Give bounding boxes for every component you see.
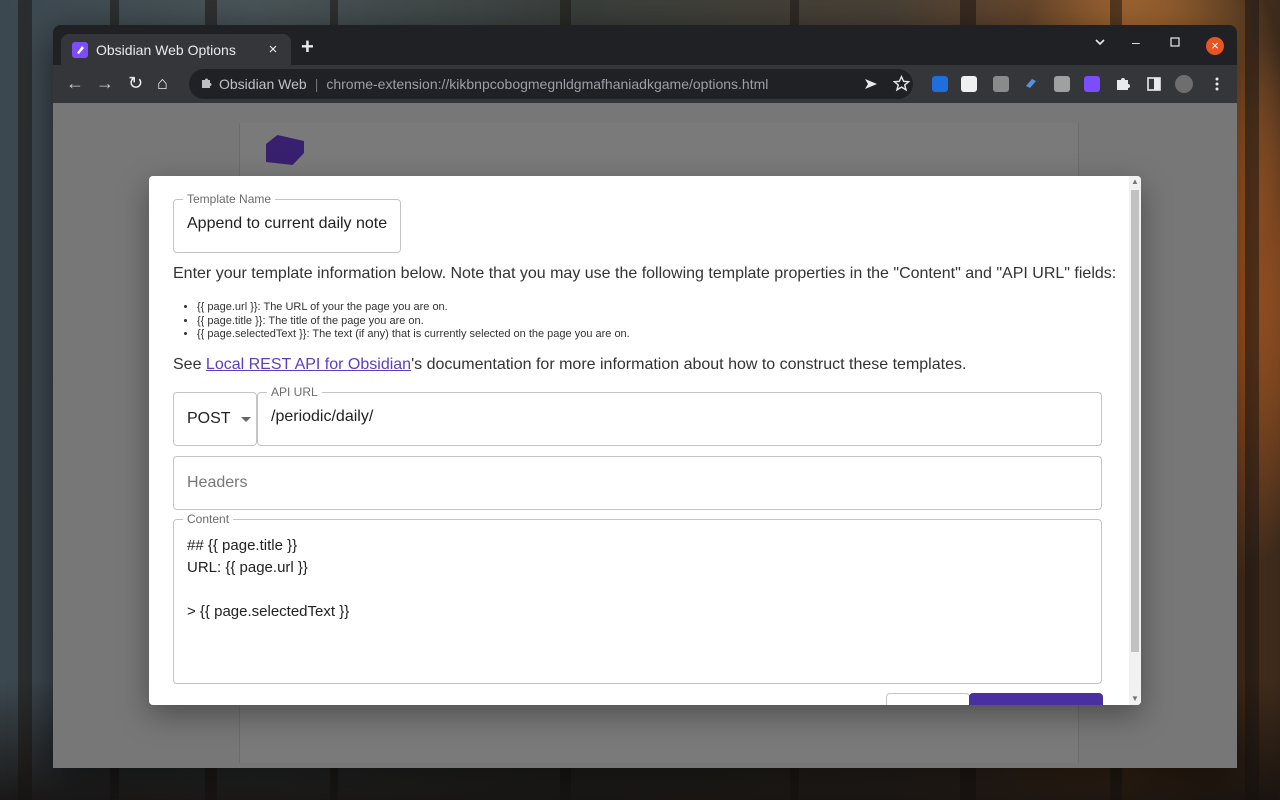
home-button[interactable]: ⌂ — [157, 74, 168, 92]
api-url-value: /periodic/daily/ — [271, 408, 374, 425]
browser-toolbar: ← → ↻ ⌂ Obsidian Web | chrome-extension:… — [53, 65, 1237, 103]
content-line — [187, 579, 1088, 601]
tab-search-dropdown-icon[interactable] — [1094, 35, 1106, 51]
headers-placeholder: Headers — [187, 474, 248, 491]
window-close-button[interactable]: × — [1206, 37, 1224, 55]
method-select[interactable]: POST — [173, 392, 257, 446]
extension-1-icon[interactable] — [932, 76, 948, 92]
content-textarea[interactable]: Content ## {{ page.title }} URL: {{ page… — [173, 513, 1102, 684]
list-item: {{ page.url }}: The URL of your the page… — [197, 301, 630, 315]
back-button[interactable]: ← — [66, 74, 84, 92]
extension-puzzle-icon — [199, 76, 213, 93]
list-item: {{ page.title }}: The title of the page … — [197, 315, 630, 329]
template-name-label: Template Name — [187, 192, 272, 206]
content-line: URL: {{ page.url }} — [187, 559, 308, 576]
content-value: ## {{ page.title }} URL: {{ page.url }} … — [174, 525, 1101, 623]
see-prefix: See — [173, 356, 206, 373]
send-icon[interactable] — [863, 76, 879, 92]
obsidian-logo — [266, 135, 304, 165]
list-item: {{ page.selectedText }}: The text (if an… — [197, 328, 630, 342]
dialog-scrollbar[interactable]: ▲ ▼ — [1129, 176, 1141, 705]
tab-strip: Obsidian Web Options × + – × — [53, 25, 1237, 65]
template-dialog: Template Name Append to current daily no… — [149, 176, 1141, 705]
obsidian-extension-icon[interactable] — [1084, 76, 1100, 92]
dropdown-arrow-icon — [240, 410, 251, 428]
template-name-field[interactable]: Template Name Append to current daily no… — [173, 192, 402, 253]
documentation-note: See Local REST API for Obsidian's docume… — [173, 356, 966, 374]
address-bar[interactable]: Obsidian Web | chrome-extension://kikbnp… — [189, 69, 913, 99]
tab-obsidian-web-options[interactable]: Obsidian Web Options × — [61, 34, 291, 65]
extension-4-icon[interactable] — [1023, 76, 1039, 92]
puzzle-icon[interactable] — [1115, 76, 1131, 92]
template-properties-list: {{ page.url }}: The URL of your the page… — [197, 301, 630, 342]
scroll-up-arrow-icon[interactable]: ▲ — [1129, 177, 1141, 186]
side-panel-icon[interactable] — [1146, 76, 1162, 92]
minimize-button[interactable]: – — [1132, 34, 1140, 50]
url-text: chrome-extension://kikbnpcobogmegnldgmaf… — [326, 76, 769, 92]
tab-title: Obsidian Web Options — [96, 41, 236, 58]
content-line: > {{ page.selectedText }} — [187, 603, 350, 620]
see-suffix: 's documentation for more information ab… — [411, 356, 967, 373]
headers-input[interactable]: Headers — [173, 456, 1102, 510]
site-name: Obsidian Web — [219, 76, 307, 92]
star-icon[interactable] — [892, 74, 911, 92]
scrollbar-thumb[interactable] — [1131, 190, 1139, 652]
reload-button[interactable]: ↻ — [128, 74, 143, 92]
extension-2-icon[interactable] — [961, 76, 977, 92]
maximize-button[interactable] — [1170, 36, 1180, 50]
forward-button[interactable]: → — [96, 74, 114, 92]
extension-5-icon[interactable] — [1054, 76, 1070, 92]
intro-text: Enter your template information below. N… — [173, 265, 1117, 282]
scroll-down-arrow-icon[interactable]: ▼ — [1129, 694, 1141, 703]
content-label: Content — [187, 512, 230, 526]
api-url-label: API URL — [271, 385, 318, 399]
tab-close-icon[interactable]: × — [265, 41, 281, 58]
obsidian-favicon-icon — [72, 41, 88, 58]
omnibox-separator: | — [314, 76, 319, 92]
local-rest-api-link[interactable]: Local REST API for Obsidian — [206, 356, 411, 373]
more-menu-icon[interactable] — [1209, 76, 1225, 92]
extension-3-icon[interactable] — [993, 76, 1009, 92]
browser-window: Obsidian Web Options × + – × ← → ↻ ⌂ Obs… — [53, 25, 1237, 768]
content-line: ## {{ page.title }} — [187, 537, 298, 554]
save-button[interactable] — [969, 693, 1103, 705]
page-viewport: Template Name Append to current daily no… — [53, 103, 1237, 768]
api-url-field[interactable]: API URL /periodic/daily/ — [257, 386, 1102, 446]
profile-avatar[interactable] — [1175, 75, 1193, 93]
method-value: POST — [187, 410, 231, 427]
cancel-button[interactable] — [886, 693, 970, 705]
new-tab-button[interactable]: + — [301, 36, 314, 58]
template-name-value: Append to current daily note — [187, 215, 388, 232]
